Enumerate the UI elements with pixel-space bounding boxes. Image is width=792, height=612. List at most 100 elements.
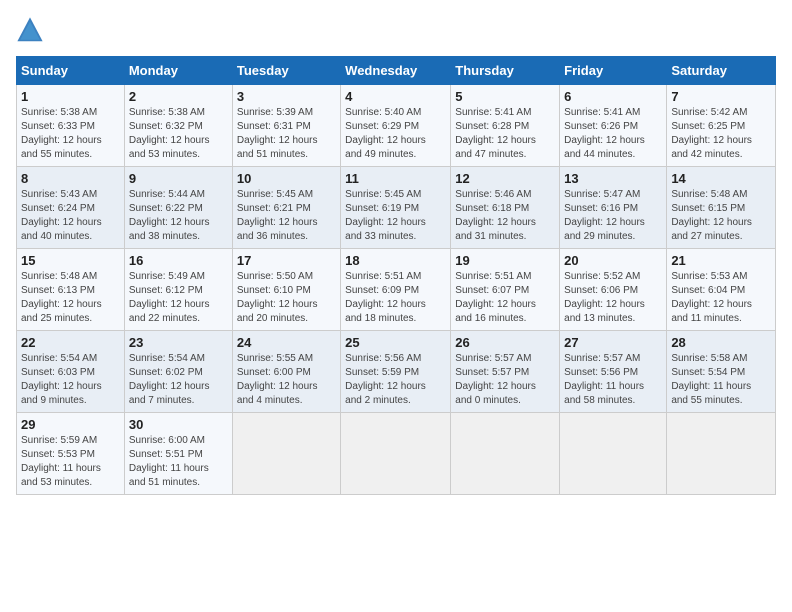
calendar-table: SundayMondayTuesdayWednesdayThursdayFrid… bbox=[16, 56, 776, 495]
day-detail: Sunrise: 5:55 AM Sunset: 6:00 PM Dayligh… bbox=[237, 352, 336, 408]
calendar-week-3: 15 Sunrise: 5:48 AM Sunset: 6:13 PM Dayli… bbox=[17, 249, 776, 331]
day-detail: Sunrise: 5:38 AM Sunset: 6:32 PM Dayligh… bbox=[129, 106, 228, 162]
day-detail: Sunrise: 5:47 AM Sunset: 6:16 PM Dayligh… bbox=[564, 188, 662, 244]
day-detail: Sunrise: 5:54 AM Sunset: 6:02 PM Dayligh… bbox=[129, 352, 228, 408]
day-number: 27 bbox=[564, 335, 662, 350]
calendar-week-5: 29 Sunrise: 5:59 AM Sunset: 5:53 PM Dayli… bbox=[17, 413, 776, 495]
calendar-cell: 26 Sunrise: 5:57 AM Sunset: 5:57 PM Dayli… bbox=[451, 331, 560, 413]
day-number: 9 bbox=[129, 171, 228, 186]
calendar-cell: 22 Sunrise: 5:54 AM Sunset: 6:03 PM Dayli… bbox=[17, 331, 125, 413]
day-number: 26 bbox=[455, 335, 555, 350]
day-detail: Sunrise: 5:45 AM Sunset: 6:21 PM Dayligh… bbox=[237, 188, 336, 244]
day-detail: Sunrise: 5:48 AM Sunset: 6:13 PM Dayligh… bbox=[21, 270, 120, 326]
day-detail: Sunrise: 5:39 AM Sunset: 6:31 PM Dayligh… bbox=[237, 106, 336, 162]
calendar-cell bbox=[232, 413, 340, 495]
calendar-cell bbox=[560, 413, 667, 495]
day-detail: Sunrise: 5:57 AM Sunset: 5:57 PM Dayligh… bbox=[455, 352, 555, 408]
day-detail: Sunrise: 5:56 AM Sunset: 5:59 PM Dayligh… bbox=[345, 352, 446, 408]
calendar-cell: 27 Sunrise: 5:57 AM Sunset: 5:56 PM Dayli… bbox=[560, 331, 667, 413]
day-detail: Sunrise: 5:51 AM Sunset: 6:07 PM Dayligh… bbox=[455, 270, 555, 326]
day-detail: Sunrise: 5:43 AM Sunset: 6:24 PM Dayligh… bbox=[21, 188, 120, 244]
header-wednesday: Wednesday bbox=[341, 57, 451, 85]
day-number: 20 bbox=[564, 253, 662, 268]
calendar-cell: 24 Sunrise: 5:55 AM Sunset: 6:00 PM Dayli… bbox=[232, 331, 340, 413]
header-thursday: Thursday bbox=[451, 57, 560, 85]
day-detail: Sunrise: 5:54 AM Sunset: 6:03 PM Dayligh… bbox=[21, 352, 120, 408]
day-detail: Sunrise: 5:41 AM Sunset: 6:28 PM Dayligh… bbox=[455, 106, 555, 162]
calendar-week-1: 1Sunrise: 5:38 AM Sunset: 6:33 PM Daylig… bbox=[17, 85, 776, 167]
day-detail: Sunrise: 5:40 AM Sunset: 6:29 PM Dayligh… bbox=[345, 106, 446, 162]
calendar-cell: 4 Sunrise: 5:40 AM Sunset: 6:29 PM Daylig… bbox=[341, 85, 451, 167]
day-detail: Sunrise: 5:45 AM Sunset: 6:19 PM Dayligh… bbox=[345, 188, 446, 244]
day-detail: Sunrise: 5:51 AM Sunset: 6:09 PM Dayligh… bbox=[345, 270, 446, 326]
day-detail: Sunrise: 5:57 AM Sunset: 5:56 PM Dayligh… bbox=[564, 352, 662, 408]
calendar-cell: 21 Sunrise: 5:53 AM Sunset: 6:04 PM Dayli… bbox=[667, 249, 776, 331]
calendar-cell: 7Sunrise: 5:42 AM Sunset: 6:25 PM Daylig… bbox=[667, 85, 776, 167]
calendar-cell: 12Sunrise: 5:46 AM Sunset: 6:18 PM Dayli… bbox=[451, 167, 560, 249]
calendar-cell: 16 Sunrise: 5:49 AM Sunset: 6:12 PM Dayli… bbox=[124, 249, 232, 331]
day-detail: Sunrise: 5:53 AM Sunset: 6:04 PM Dayligh… bbox=[671, 270, 771, 326]
calendar-cell: 3 Sunrise: 5:39 AM Sunset: 6:31 PM Daylig… bbox=[232, 85, 340, 167]
calendar-cell: 15 Sunrise: 5:48 AM Sunset: 6:13 PM Dayli… bbox=[17, 249, 125, 331]
header-monday: Monday bbox=[124, 57, 232, 85]
day-number: 23 bbox=[129, 335, 228, 350]
logo bbox=[16, 16, 48, 44]
day-number: 4 bbox=[345, 89, 446, 104]
day-detail: Sunrise: 5:52 AM Sunset: 6:06 PM Dayligh… bbox=[564, 270, 662, 326]
calendar-cell: 14 Sunrise: 5:48 AM Sunset: 6:15 PM Dayli… bbox=[667, 167, 776, 249]
day-number: 11 bbox=[345, 171, 446, 186]
day-detail: Sunrise: 5:42 AM Sunset: 6:25 PM Dayligh… bbox=[671, 106, 771, 162]
day-detail: Sunrise: 5:44 AM Sunset: 6:22 PM Dayligh… bbox=[129, 188, 228, 244]
calendar-cell: 9 Sunrise: 5:44 AM Sunset: 6:22 PM Daylig… bbox=[124, 167, 232, 249]
day-detail: Sunrise: 5:48 AM Sunset: 6:15 PM Dayligh… bbox=[671, 188, 771, 244]
calendar-cell bbox=[667, 413, 776, 495]
day-number: 25 bbox=[345, 335, 446, 350]
day-detail: Sunrise: 5:41 AM Sunset: 6:26 PM Dayligh… bbox=[564, 106, 662, 162]
calendar-week-4: 22 Sunrise: 5:54 AM Sunset: 6:03 PM Dayli… bbox=[17, 331, 776, 413]
day-detail: Sunrise: 6:00 AM Sunset: 5:51 PM Dayligh… bbox=[129, 434, 228, 490]
header-saturday: Saturday bbox=[667, 57, 776, 85]
calendar-cell: 17Sunrise: 5:50 AM Sunset: 6:10 PM Dayli… bbox=[232, 249, 340, 331]
day-number: 22 bbox=[21, 335, 120, 350]
day-number: 3 bbox=[237, 89, 336, 104]
day-number: 17 bbox=[237, 253, 336, 268]
calendar-cell: 18 Sunrise: 5:51 AM Sunset: 6:09 PM Dayli… bbox=[341, 249, 451, 331]
day-detail: Sunrise: 5:49 AM Sunset: 6:12 PM Dayligh… bbox=[129, 270, 228, 326]
day-detail: Sunrise: 5:58 AM Sunset: 5:54 PM Dayligh… bbox=[671, 352, 771, 408]
day-number: 15 bbox=[21, 253, 120, 268]
day-number: 24 bbox=[237, 335, 336, 350]
calendar-cell: 11 Sunrise: 5:45 AM Sunset: 6:19 PM Dayli… bbox=[341, 167, 451, 249]
calendar-cell: 2 Sunrise: 5:38 AM Sunset: 6:32 PM Daylig… bbox=[124, 85, 232, 167]
day-number: 2 bbox=[129, 89, 228, 104]
day-detail: Sunrise: 5:59 AM Sunset: 5:53 PM Dayligh… bbox=[21, 434, 120, 490]
page-header bbox=[16, 16, 776, 44]
header-sunday: Sunday bbox=[17, 57, 125, 85]
day-number: 13 bbox=[564, 171, 662, 186]
calendar-cell: 5 Sunrise: 5:41 AM Sunset: 6:28 PM Daylig… bbox=[451, 85, 560, 167]
calendar-cell: 25 Sunrise: 5:56 AM Sunset: 5:59 PM Dayli… bbox=[341, 331, 451, 413]
calendar-cell: 29 Sunrise: 5:59 AM Sunset: 5:53 PM Dayli… bbox=[17, 413, 125, 495]
day-detail: Sunrise: 5:38 AM Sunset: 6:33 PM Dayligh… bbox=[21, 106, 120, 162]
calendar-cell: 20 Sunrise: 5:52 AM Sunset: 6:06 PM Dayli… bbox=[560, 249, 667, 331]
calendar-week-2: 8 Sunrise: 5:43 AM Sunset: 6:24 PM Daylig… bbox=[17, 167, 776, 249]
day-number: 28 bbox=[671, 335, 771, 350]
day-number: 16 bbox=[129, 253, 228, 268]
calendar-cell: 23 Sunrise: 5:54 AM Sunset: 6:02 PM Dayli… bbox=[124, 331, 232, 413]
calendar-cell: 8 Sunrise: 5:43 AM Sunset: 6:24 PM Daylig… bbox=[17, 167, 125, 249]
day-number: 5 bbox=[455, 89, 555, 104]
calendar-cell: 6 Sunrise: 5:41 AM Sunset: 6:26 PM Daylig… bbox=[560, 85, 667, 167]
calendar-cell: 19Sunrise: 5:51 AM Sunset: 6:07 PM Dayli… bbox=[451, 249, 560, 331]
calendar-cell: 10 Sunrise: 5:45 AM Sunset: 6:21 PM Dayli… bbox=[232, 167, 340, 249]
day-number: 21 bbox=[671, 253, 771, 268]
calendar-header-row: SundayMondayTuesdayWednesdayThursdayFrid… bbox=[17, 57, 776, 85]
header-friday: Friday bbox=[560, 57, 667, 85]
calendar-cell bbox=[341, 413, 451, 495]
day-number: 18 bbox=[345, 253, 446, 268]
day-number: 12 bbox=[455, 171, 555, 186]
day-number: 10 bbox=[237, 171, 336, 186]
day-number: 6 bbox=[564, 89, 662, 104]
day-number: 29 bbox=[21, 417, 120, 432]
day-number: 8 bbox=[21, 171, 120, 186]
calendar-cell bbox=[451, 413, 560, 495]
day-number: 14 bbox=[671, 171, 771, 186]
